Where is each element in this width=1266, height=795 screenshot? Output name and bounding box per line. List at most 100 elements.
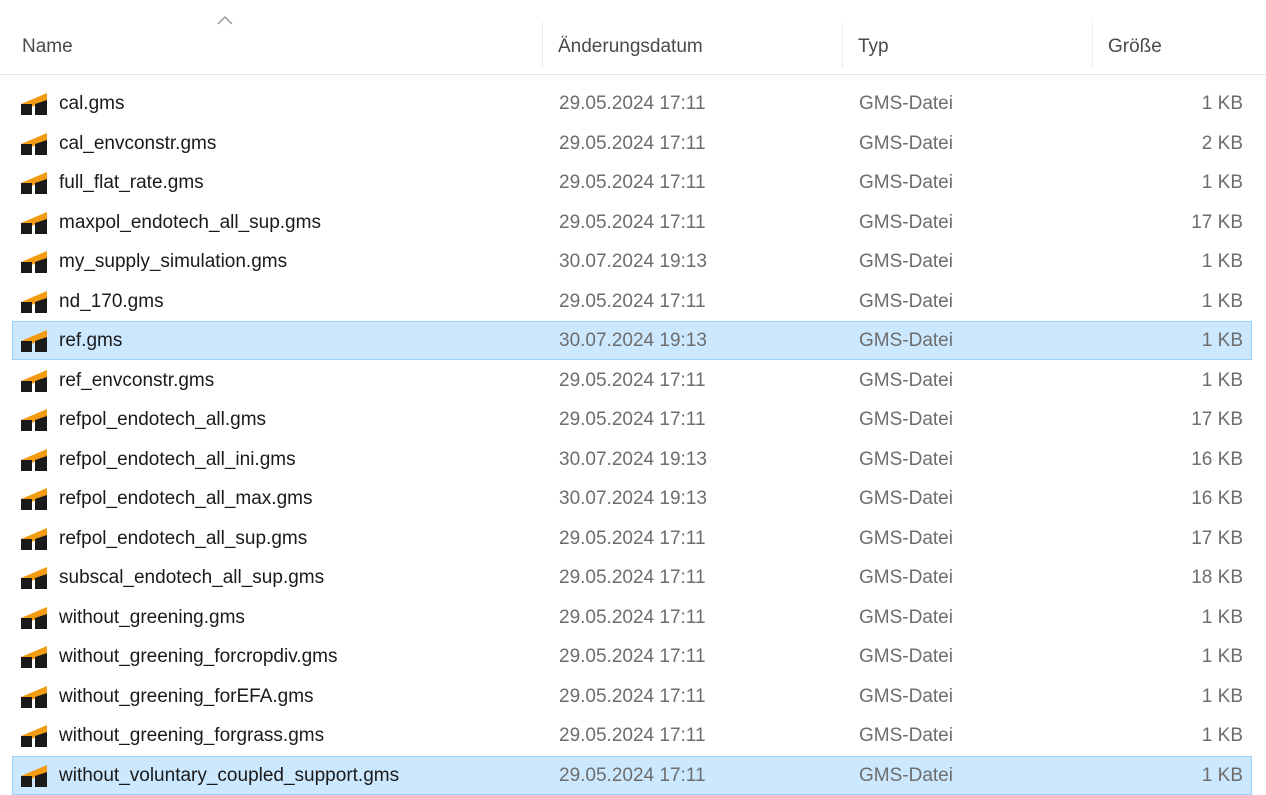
file-name: without_greening_forcropdiv.gms: [59, 646, 338, 667]
file-row[interactable]: maxpol_endotech_all_sup.gms 29.05.2024 17…: [12, 203, 1252, 242]
file-name: cal.gms: [59, 93, 125, 114]
file-type: GMS-Datei: [859, 211, 953, 233]
file-name: refpol_endotech_all_max.gms: [59, 488, 313, 509]
file-row[interactable]: without_greening.gms 29.05.2024 17:11 GMS-…: [12, 598, 1252, 637]
gams-file-icon: [21, 567, 47, 589]
column-divider[interactable]: [542, 22, 543, 68]
gams-file-icon: [21, 93, 47, 115]
column-divider[interactable]: [1092, 22, 1093, 68]
file-name: refpol_endotech_all.gms: [59, 409, 267, 430]
file-name: maxpol_endotech_all_sup.gms: [59, 211, 321, 233]
file-row[interactable]: refpol_endotech_all_sup.gms 29.05.2024 17…: [12, 519, 1252, 558]
gams-file-icon: [21, 251, 47, 273]
file-size: 18 KB: [1191, 567, 1243, 588]
file-name: nd_170.gms: [59, 290, 164, 312]
file-size: 16 KB: [1191, 448, 1243, 470]
file-row[interactable]: my_supply_simulation.gms 30.07.2024 19:13…: [12, 242, 1252, 281]
file-type: GMS-Datei: [859, 251, 953, 272]
file-row[interactable]: without_greening_forgrass.gms 29.05.2024 …: [12, 716, 1252, 755]
file-size: 1 KB: [1201, 725, 1243, 746]
file-size: 1 KB: [1201, 606, 1243, 628]
file-type: GMS-Datei: [859, 369, 953, 391]
file-name: full_flat_rate.gms: [59, 172, 204, 193]
file-row[interactable]: full_flat_rate.gms 29.05.2024 17:11 GMS-Da…: [12, 163, 1252, 202]
file-modified-date: 29.05.2024 17:11: [559, 567, 706, 588]
file-modified-date: 29.05.2024 17:11: [559, 646, 706, 667]
file-size: 1 KB: [1201, 764, 1243, 786]
file-row[interactable]: without_greening_forcropdiv.gms 29.05.202…: [12, 637, 1252, 676]
file-name: ref_envconstr.gms: [59, 369, 215, 391]
file-row[interactable]: nd_170.gms 29.05.2024 17:11 GMS-Datei 1 KB: [12, 282, 1252, 321]
gams-file-icon: [21, 527, 47, 550]
file-size: 1 KB: [1201, 172, 1243, 193]
file-type: GMS-Datei: [859, 606, 953, 628]
file-type: GMS-Datei: [859, 448, 953, 470]
gams-file-icon: [21, 488, 47, 510]
file-type: GMS-Datei: [859, 409, 953, 430]
file-row[interactable]: refpol_endotech_all.gms 29.05.2024 17:11 G…: [12, 400, 1252, 439]
file-modified-date: 30.07.2024 19:13: [559, 488, 707, 509]
file-row[interactable]: without_greening_forEFA.gms 29.05.2024 17…: [12, 677, 1252, 716]
file-type: GMS-Datei: [859, 646, 953, 667]
file-row[interactable]: cal.gms 29.05.2024 17:11 GMS-Datei 1 KB: [12, 84, 1252, 123]
file-row[interactable]: ref_envconstr.gms 29.05.2024 17:11 GMS-Dat…: [12, 361, 1252, 400]
file-name: without_voluntary_coupled_support.gms: [59, 764, 400, 786]
sort-ascending-caret-icon: [217, 15, 233, 25]
file-size: 17 KB: [1191, 527, 1243, 549]
file-size: 1 KB: [1201, 93, 1243, 114]
column-header-type[interactable]: Typ: [858, 30, 889, 64]
file-size: 1 KB: [1201, 646, 1243, 667]
file-modified-date: 30.07.2024 19:13: [559, 251, 707, 272]
file-type: GMS-Datei: [859, 172, 953, 193]
file-name: my_supply_simulation.gms: [59, 251, 288, 272]
column-header-date[interactable]: Änderungsdatum: [558, 30, 703, 64]
file-type: GMS-Datei: [859, 685, 953, 707]
column-divider[interactable]: [842, 22, 843, 68]
file-row[interactable]: refpol_endotech_all_max.gms 30.07.2024 19…: [12, 479, 1252, 518]
file-modified-date: 29.05.2024 17:11: [559, 132, 706, 154]
file-modified-date: 29.05.2024 17:11: [559, 725, 706, 746]
file-row[interactable]: refpol_endotech_all_ini.gms 30.07.2024 19…: [12, 440, 1252, 479]
file-modified-date: 30.07.2024 19:13: [559, 330, 707, 351]
gams-file-icon: [21, 448, 47, 471]
file-row[interactable]: ref.gms 30.07.2024 19:13 GMS-Datei 1 KB: [12, 321, 1252, 360]
column-header-name[interactable]: Name: [22, 30, 73, 64]
file-type: GMS-Datei: [859, 725, 953, 746]
file-name: without_greening_forgrass.gms: [59, 725, 325, 746]
file-modified-date: 29.05.2024 17:11: [559, 685, 706, 707]
gams-file-icon: [21, 290, 47, 313]
file-name: without_greening_forEFA.gms: [59, 685, 314, 707]
file-name: cal_envconstr.gms: [59, 132, 217, 154]
file-modified-date: 29.05.2024 17:11: [559, 290, 706, 312]
file-row[interactable]: subscal_endotech_all_sup.gms 29.05.2024 1…: [12, 558, 1252, 597]
gams-file-icon: [21, 132, 47, 155]
file-name: refpol_endotech_all_ini.gms: [59, 448, 296, 470]
gams-file-icon: [21, 172, 47, 194]
file-size: 1 KB: [1201, 330, 1243, 351]
file-size: 1 KB: [1201, 290, 1243, 312]
file-name: ref.gms: [59, 330, 123, 351]
file-modified-date: 29.05.2024 17:11: [559, 527, 706, 549]
file-type: GMS-Datei: [859, 488, 953, 509]
gams-file-icon: [21, 646, 47, 668]
file-type: GMS-Datei: [859, 330, 953, 351]
gams-file-icon: [21, 369, 47, 392]
column-header-size[interactable]: Größe: [1108, 30, 1162, 64]
file-name: subscal_endotech_all_sup.gms: [59, 567, 325, 588]
file-modified-date: 30.07.2024 19:13: [559, 448, 707, 470]
file-type: GMS-Datei: [859, 132, 953, 154]
file-modified-date: 29.05.2024 17:11: [559, 172, 706, 193]
file-modified-date: 29.05.2024 17:11: [559, 369, 706, 391]
file-modified-date: 29.05.2024 17:11: [559, 764, 706, 786]
column-header-bar: Name Änderungsdatum Typ Größe: [0, 0, 1266, 75]
gams-file-icon: [21, 211, 47, 234]
file-name: without_greening.gms: [59, 606, 245, 628]
file-row[interactable]: cal_envconstr.gms 29.05.2024 17:11 GMS-Dat…: [12, 124, 1252, 163]
gams-file-icon: [21, 725, 47, 747]
file-size: 17 KB: [1191, 409, 1243, 430]
file-modified-date: 29.05.2024 17:11: [559, 93, 706, 114]
file-size: 1 KB: [1201, 251, 1243, 272]
file-size: 1 KB: [1201, 369, 1243, 391]
file-type: GMS-Datei: [859, 93, 953, 114]
file-row[interactable]: without_voluntary_coupled_support.gms 29.…: [12, 755, 1252, 795]
